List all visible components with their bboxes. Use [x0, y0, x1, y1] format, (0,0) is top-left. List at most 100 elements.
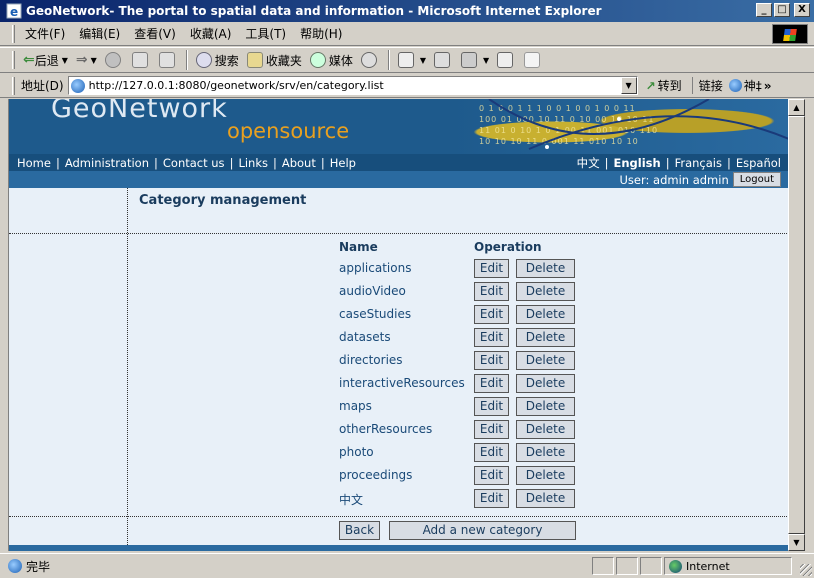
- address-input[interactable]: http://127.0.0.1:8080/geonetwork/srv/en/…: [67, 76, 638, 95]
- zone-label: Internet: [686, 559, 730, 573]
- delete-button[interactable]: Delete: [516, 259, 575, 278]
- nav-about[interactable]: About: [282, 156, 316, 170]
- forward-dropdown-icon[interactable]: ▼: [91, 56, 97, 65]
- messenger-button[interactable]: [524, 52, 543, 68]
- edit-button[interactable]: Edit: [474, 351, 509, 370]
- menu-file[interactable]: 文件(F): [25, 25, 65, 42]
- forward-button[interactable]: ⇒ ▼: [76, 52, 97, 68]
- close-button[interactable]: X: [794, 3, 810, 17]
- back-arrow-icon: ⇐: [23, 52, 35, 68]
- edit-button[interactable]: Edit: [474, 374, 509, 393]
- add-category-button[interactable]: Add a new category: [389, 521, 576, 540]
- window-title-bar: e GeoNetwork- The portal to spatial data…: [0, 0, 814, 22]
- edit-button[interactable]: Edit: [474, 305, 509, 324]
- edit-page-button[interactable]: ▼: [461, 52, 489, 68]
- mail-dropdown-icon[interactable]: ▼: [420, 56, 426, 65]
- discuss-icon: [497, 52, 514, 68]
- edit-page-dropdown-icon[interactable]: ▼: [483, 56, 489, 65]
- favorites-button[interactable]: 收藏夹: [246, 52, 302, 69]
- refresh-icon: [131, 52, 148, 68]
- vertical-scrollbar[interactable]: ▲ ▼: [788, 99, 805, 551]
- delete-button[interactable]: Delete: [516, 489, 575, 508]
- status-cell: [640, 557, 662, 575]
- edit-button[interactable]: Edit: [474, 489, 509, 508]
- discuss-button[interactable]: [497, 52, 516, 68]
- search-button[interactable]: 搜索: [195, 52, 239, 69]
- back-button[interactable]: ⇐ 后退 ▼: [23, 52, 68, 69]
- delete-button[interactable]: Delete: [516, 397, 575, 416]
- search-icon: [195, 52, 212, 68]
- lang-english[interactable]: English: [614, 156, 661, 170]
- geonetwork-banner: 0 1 0 0 1 1 1 0 0 1 0 0 1 0 0 11 100 01 …: [9, 99, 788, 154]
- browser-toolbar: ⇐ 后退 ▼ ⇒ ▼ 搜索 收藏夹 媒体 ▼ ▼: [0, 47, 814, 73]
- nav-administration[interactable]: Administration: [65, 156, 149, 170]
- logout-button[interactable]: Logout: [732, 172, 781, 187]
- delete-button[interactable]: Delete: [516, 374, 575, 393]
- table-row: caseStudies Edit Delete: [339, 305, 599, 328]
- lang-french[interactable]: Français: [675, 156, 722, 170]
- lang-spanish[interactable]: Español: [736, 156, 781, 170]
- browser-viewport: 0 1 0 0 1 1 1 0 0 1 0 0 1 0 0 11 100 01 …: [8, 99, 788, 551]
- menu-help[interactable]: 帮助(H): [300, 25, 342, 42]
- resize-grip-icon[interactable]: [800, 564, 812, 576]
- nav-contact-us[interactable]: Contact us: [163, 156, 225, 170]
- address-url: http://127.0.0.1:8080/geonetwork/srv/en/…: [88, 79, 384, 92]
- refresh-button[interactable]: [131, 52, 151, 68]
- menu-favorites[interactable]: 收藏(A): [190, 25, 232, 42]
- category-name: photo: [339, 445, 374, 459]
- address-label: 地址(D): [21, 79, 64, 93]
- links-toolbar[interactable]: 链接 神‡ »: [691, 77, 772, 94]
- media-label: 媒体: [328, 53, 353, 68]
- delete-button[interactable]: Delete: [516, 466, 575, 485]
- links-extra-label[interactable]: 神‡: [744, 77, 762, 94]
- edit-button[interactable]: Edit: [474, 420, 509, 439]
- edit-button[interactable]: Edit: [474, 466, 509, 485]
- delete-button[interactable]: Delete: [516, 420, 575, 439]
- menu-edit[interactable]: 编辑(E): [79, 25, 120, 42]
- col-header-operation: Operation: [474, 240, 542, 254]
- delete-button[interactable]: Delete: [516, 282, 575, 301]
- delete-button[interactable]: Delete: [516, 328, 575, 347]
- back-button-page[interactable]: Back: [339, 521, 380, 540]
- status-bar: 完毕 Internet: [0, 553, 814, 578]
- page-title: Category management: [139, 193, 307, 208]
- site-nav: Home | Administration | Contact us | Links |…: [9, 154, 788, 171]
- links-more-icon[interactable]: »: [764, 79, 772, 93]
- nav-links[interactable]: Links: [238, 156, 268, 170]
- table-row: directories Edit Delete: [339, 351, 599, 374]
- minimize-button[interactable]: _: [756, 3, 772, 17]
- edit-button[interactable]: Edit: [474, 397, 509, 416]
- edit-button[interactable]: Edit: [474, 259, 509, 278]
- nav-help[interactable]: Help: [330, 156, 356, 170]
- scroll-up-icon[interactable]: ▲: [788, 99, 805, 116]
- maximize-button[interactable]: □: [774, 3, 790, 17]
- menu-view[interactable]: 查看(V): [134, 25, 176, 42]
- address-dropdown-icon[interactable]: ▼: [620, 77, 637, 94]
- print-button[interactable]: [434, 52, 453, 68]
- media-button[interactable]: 媒体: [309, 52, 353, 69]
- home-button[interactable]: [158, 52, 178, 68]
- category-name: maps: [339, 399, 372, 413]
- windows-logo-icon: [772, 24, 808, 44]
- back-dropdown-icon[interactable]: ▼: [62, 56, 68, 65]
- edit-button[interactable]: Edit: [474, 282, 509, 301]
- link-page-icon: [728, 79, 742, 92]
- scroll-down-icon[interactable]: ▼: [788, 534, 805, 551]
- delete-button[interactable]: Delete: [516, 443, 575, 462]
- delete-button[interactable]: Delete: [516, 305, 575, 324]
- edit-button[interactable]: Edit: [474, 443, 509, 462]
- go-button[interactable]: ↗ 转到: [646, 77, 682, 94]
- mail-button[interactable]: ▼: [397, 52, 426, 68]
- lang-chinese[interactable]: 中文: [577, 155, 600, 171]
- stop-button[interactable]: [104, 52, 124, 68]
- nav-home[interactable]: Home: [17, 156, 51, 170]
- history-button[interactable]: [360, 52, 380, 68]
- menu-tools[interactable]: 工具(T): [245, 25, 286, 42]
- user-bar: User: admin admin Logout: [9, 171, 788, 188]
- scroll-thumb[interactable]: [788, 116, 805, 534]
- category-name: interactiveResources: [339, 376, 465, 390]
- edit-button[interactable]: Edit: [474, 328, 509, 347]
- table-row: photo Edit Delete: [339, 443, 599, 466]
- history-icon: [360, 52, 377, 68]
- delete-button[interactable]: Delete: [516, 351, 575, 370]
